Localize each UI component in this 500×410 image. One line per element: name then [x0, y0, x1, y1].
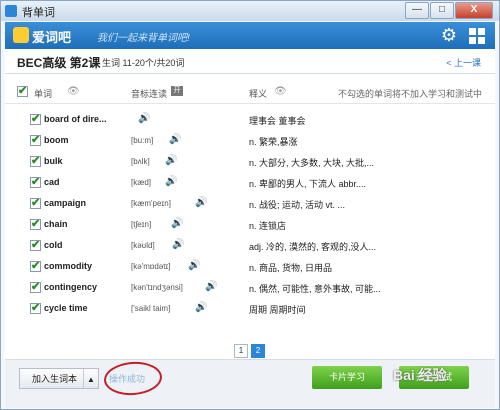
definition-text: n. 卑鄙的男人, 下流人 abbr.... — [249, 179, 367, 189]
definition-text: n. 大部分, 大多数, 大块, 大批,... — [249, 158, 375, 168]
window-title: 背单词 — [22, 7, 55, 19]
word-text: cad — [44, 177, 60, 187]
speaker-icon[interactable]: 🔊 — [165, 176, 177, 187]
word-text: chain — [44, 219, 68, 229]
speaker-icon[interactable]: 🔊 — [138, 113, 150, 124]
word-row: cycle time ['saikl taim] 🔊 周期 周期时间 — [5, 298, 495, 319]
minimize-button[interactable]: — — [405, 2, 429, 19]
maximize-button[interactable]: □ — [430, 2, 454, 19]
chevron-up-icon[interactable]: ▲ — [83, 369, 98, 388]
course-bar: BEC高级 第2课 生词 11-20个/共20词 < 上一课 — [5, 49, 495, 74]
speaker-icon[interactable]: 🔊 — [165, 155, 177, 166]
word-checkbox[interactable] — [30, 196, 41, 209]
logo-icon — [13, 27, 29, 43]
window-controls: — □ X — [404, 2, 493, 19]
phonetic-text: [kə'mɒdətɪ] — [131, 262, 171, 271]
speaker-icon[interactable]: 🔊 — [195, 302, 207, 313]
word-text: cycle time — [44, 303, 88, 313]
slogan: 我们一起来背单词吧! — [97, 33, 190, 44]
word-text: contingency — [44, 282, 98, 292]
app-icon — [5, 5, 17, 17]
annotation-circle — [102, 360, 164, 397]
word-row: board of dire... 🔊 理事会 董事会 — [5, 109, 495, 130]
word-row: campaign [kæm'peɪn] 🔊 n. 战役; 运动, 活动 vt. … — [5, 193, 495, 214]
word-text: bulk — [44, 156, 63, 166]
definition-text: n. 战役; 运动, 活动 vt. ... — [249, 200, 346, 210]
definition-text: n. 繁荣,暴涨 — [249, 137, 298, 147]
word-row: boom [bu:m] 🔊 n. 繁荣,暴涨 — [5, 130, 495, 151]
speaker-icon[interactable]: 🔊 — [169, 134, 181, 145]
title-bar: 背单词 — □ X — [1, 1, 499, 21]
card-study-button[interactable]: 卡片学习 — [312, 366, 382, 389]
watermark: Bai 经验 — [393, 367, 447, 383]
pagination: 1 2 — [234, 344, 268, 358]
word-range: 生词 11-20个/共20词 — [102, 58, 185, 68]
phonetic-text: [kæm'peɪn] — [131, 199, 171, 208]
word-checkbox[interactable] — [30, 238, 41, 251]
word-row: commodity [kə'mɒdətɪ] 🔊 n. 商品, 货物, 日用品 — [5, 256, 495, 277]
word-row: contingency [kən'tɪndʒənsi] 🔊 n. 偶然, 可能性… — [5, 277, 495, 298]
definition-text: 理事会 董事会 — [249, 116, 306, 126]
word-text: board of dire... — [44, 114, 107, 124]
phonetic-text: [kæd] — [131, 178, 152, 187]
app-window: 背单词 — □ X 爱词吧 我们一起来背单词吧! ⚙ BEC高级 第2课 生词 … — [0, 0, 500, 410]
unchecked-note: 不勾选的单词将不加入学习和测试中 — [338, 89, 483, 99]
close-button[interactable]: X — [455, 2, 493, 19]
word-checkbox[interactable] — [30, 280, 41, 293]
word-text: boom — [44, 135, 69, 145]
page-1-button[interactable]: 1 — [234, 344, 248, 358]
add-to-wordbook-button[interactable]: 加入生词本 ▲ — [19, 368, 99, 389]
word-checkbox[interactable] — [30, 217, 41, 230]
phonetic-text: [kən'tɪndʒənsi] — [131, 283, 183, 292]
speaker-icon[interactable]: 🔊 — [188, 260, 200, 271]
word-text: cold — [44, 240, 63, 250]
add-to-wordbook-label: 加入生词本 — [32, 374, 78, 384]
phonetic-text: [bʌlk] — [131, 157, 150, 166]
phonetic-column-label: 音标连读 — [131, 89, 168, 99]
word-text: commodity — [44, 261, 93, 271]
definition-text: 周期 周期时间 — [249, 305, 306, 315]
word-row: cad [kæd] 🔊 n. 卑鄙的男人, 下流人 abbr.... — [5, 172, 495, 193]
phonetic-text: ['saikl taim] — [131, 304, 171, 313]
word-column-label: 单词 — [34, 89, 53, 99]
word-checkbox[interactable] — [30, 154, 41, 167]
page-2-button[interactable]: 2 — [251, 344, 265, 358]
speaker-icon[interactable]: 🔊 — [172, 239, 184, 250]
definition-text: n. 连锁店 — [249, 221, 287, 231]
hide-words-icon[interactable]: 👁 — [67, 86, 80, 97]
phonetic-toggle-icon[interactable]: 开 — [171, 86, 183, 96]
definition-text: n. 商品, 货物, 日用品 — [249, 263, 333, 273]
phonetic-text: [bu:m] — [131, 136, 154, 145]
app-header: 爱词吧 我们一起来背单词吧! ⚙ — [5, 22, 495, 49]
word-row: chain [tʃeɪn] 🔊 n. 连锁店 — [5, 214, 495, 235]
grid-icon[interactable] — [469, 28, 485, 44]
word-row: bulk [bʌlk] 🔊 n. 大部分, 大多数, 大块, 大批,... — [5, 151, 495, 172]
logo-text: 爱词吧 — [32, 30, 72, 45]
hide-definitions-icon[interactable]: 👁 — [274, 86, 287, 97]
word-row: cold [kəʊld] 🔊 adj. 冷的, 漠然的, 客观的,没人... — [5, 235, 495, 256]
speaker-icon[interactable]: 🔊 — [171, 218, 183, 229]
word-checkbox[interactable] — [30, 175, 41, 188]
word-text: campaign — [44, 198, 87, 208]
course-title: BEC高级 第2课 — [17, 56, 101, 70]
column-header: 单词 👁 音标连读 开 释义 👁 不勾选的单词将不加入学习和测试中 — [5, 81, 495, 104]
definition-text: n. 偶然, 可能性, 意外事故, 可能... — [249, 284, 381, 294]
word-checkbox[interactable] — [30, 301, 41, 314]
gear-icon[interactable]: ⚙ — [441, 25, 457, 46]
word-checkbox[interactable] — [30, 133, 41, 146]
prev-lesson-link[interactable]: < 上一课 — [446, 56, 481, 69]
word-checkbox[interactable] — [30, 259, 41, 272]
phonetic-text: [kəʊld] — [131, 241, 155, 250]
speaker-icon[interactable]: 🔊 — [195, 197, 207, 208]
definition-text: adj. 冷的, 漠然的, 客观的,没人... — [249, 242, 377, 252]
phonetic-text: [tʃeɪn] — [131, 220, 152, 229]
speaker-icon[interactable]: 🔊 — [205, 281, 217, 292]
word-checkbox[interactable] — [30, 112, 41, 125]
word-panel: BEC高级 第2课 生词 11-20个/共20词 < 上一课 单词 👁 音标连读… — [5, 49, 495, 359]
select-all-checkbox[interactable] — [17, 84, 28, 97]
definition-column-label: 释义 — [249, 89, 268, 99]
